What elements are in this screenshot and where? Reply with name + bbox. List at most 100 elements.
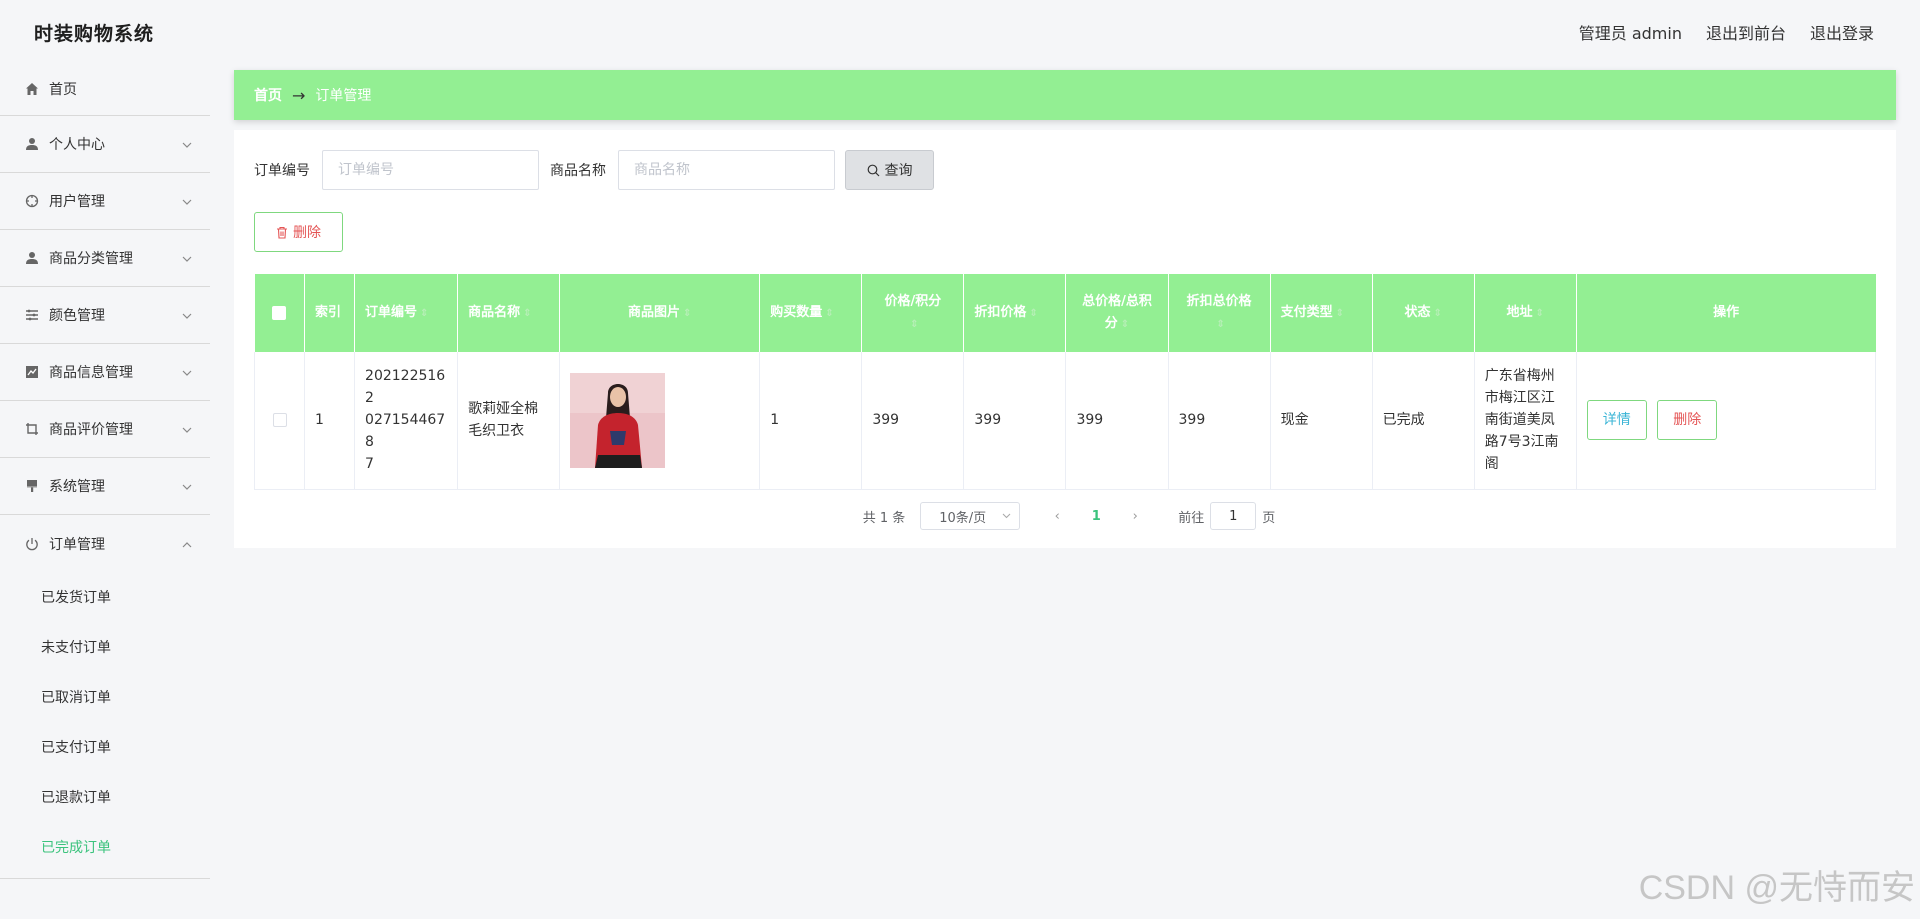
cell-index: 1 — [304, 352, 356, 490]
chevron-down-icon — [1002, 513, 1011, 519]
content-panel: 订单编号 商品名称 查询 删除 索引 订单编号⇕ 商品名称⇕ 商品图片⇕ 购买数… — [234, 130, 1896, 548]
cell-discount-total: 399 — [1168, 352, 1271, 490]
sub-item-completed-orders[interactable]: 已完成订单 — [0, 822, 210, 872]
sort-icon[interactable]: ⇕ — [1029, 308, 1037, 319]
product-name-input[interactable] — [618, 150, 835, 190]
sort-icon[interactable]: ⇕ — [1536, 308, 1544, 319]
sidebar-item-order-management[interactable]: 订单管理 — [0, 515, 210, 572]
sort-icon[interactable]: ⇕ — [825, 308, 833, 319]
sort-icon[interactable]: ⇕ — [910, 319, 918, 330]
page-number-current[interactable]: 1 — [1081, 509, 1111, 524]
sidebar: 首页 个人中心 用户管理 商品分类管理 颜色管理 商品信息管理 商品评价管理 系… — [0, 62, 210, 879]
column-header[interactable]: 商品图片 ⇕ — [559, 274, 761, 352]
column-header[interactable]: 总价格/总积分 ⇕ — [1065, 274, 1169, 352]
batch-delete-button[interactable]: 删除 — [254, 212, 343, 252]
select-all-checkbox[interactable] — [272, 305, 287, 320]
column-header[interactable]: 折扣价格 ⇕ — [963, 274, 1067, 352]
chevron-down-icon — [182, 193, 192, 209]
page-unit-label: 页 — [1262, 510, 1276, 526]
column-header[interactable]: 折扣总价格 ⇕ — [1168, 274, 1271, 352]
sort-icon[interactable]: ⇕ — [1433, 308, 1441, 319]
top-links: 管理员 admin 退出到前台 退出登录 — [1579, 20, 1874, 44]
trash-icon — [277, 226, 287, 239]
table-header-row: 索引 订单编号 ⇕ 商品名称 ⇕ 商品图片 ⇕ 购买数量 ⇕ 价格/积分 ⇕ 折扣价格 ⇕ … — [254, 274, 1876, 352]
sidebar-item-label: 系统管理 — [49, 479, 105, 495]
sidebar-item-user-management[interactable]: 用户管理 — [0, 173, 210, 230]
column-header[interactable]: 地址 ⇕ — [1474, 274, 1577, 352]
sidebar-item-home[interactable]: 首页 — [0, 62, 210, 116]
query-button-label: 查询 — [884, 163, 913, 179]
crop-icon — [24, 421, 40, 437]
chart-icon — [24, 364, 40, 380]
sort-icon[interactable]: ⇕ — [1216, 319, 1224, 330]
top-header: 时装购物系统 管理员 admin 退出到前台 退出登录 — [0, 0, 1920, 62]
chevron-down-icon — [182, 307, 192, 323]
detail-button[interactable]: 详情 — [1586, 400, 1647, 441]
sidebar-item-label: 颜色管理 — [49, 308, 105, 324]
pagination: 共 1 条 10条/页 ‹ 1 › 前往 页 — [234, 502, 1896, 530]
admin-user-label[interactable]: 管理员 admin — [1579, 20, 1682, 44]
column-header[interactable]: 订单编号 ⇕ — [354, 274, 459, 352]
cell-quantity: 1 — [759, 352, 863, 490]
home-icon — [24, 81, 40, 97]
target-icon — [24, 193, 40, 209]
sidebar-item-color-management[interactable]: 颜色管理 — [0, 287, 210, 344]
row-select-cell — [253, 352, 306, 490]
goto-page-input[interactable] — [1210, 502, 1257, 530]
prev-page-button[interactable]: ‹ — [1042, 509, 1072, 524]
sub-item-paid-orders[interactable]: 已支付订单 — [0, 722, 210, 772]
column-header[interactable]: 支付类型 ⇕ — [1270, 274, 1373, 352]
breadcrumb-home-link[interactable]: 首页 — [254, 85, 282, 105]
pagination-total: 共 1 条 — [862, 510, 906, 526]
orders-table: 索引 订单编号 ⇕ 商品名称 ⇕ 商品图片 ⇕ 购买数量 ⇕ 价格/积分 ⇕ 折扣价格 ⇕ … — [253, 274, 1877, 490]
sidebar-item-label: 首页 — [49, 81, 77, 98]
sub-item-unpaid-orders[interactable]: 未支付订单 — [0, 622, 210, 672]
sidebar-item-system-management[interactable]: 系统管理 — [0, 458, 210, 515]
chevron-down-icon — [182, 478, 192, 494]
column-header[interactable]: 索引 — [304, 274, 356, 352]
column-header[interactable]: 状态 ⇕ — [1372, 274, 1475, 352]
column-header[interactable]: 购买数量 ⇕ — [759, 274, 863, 352]
cell-address: 广东省梅州市梅江区江南街道美凤路7号3江南阁 — [1474, 352, 1577, 490]
sidebar-item-product-info-management[interactable]: 商品信息管理 — [0, 344, 210, 401]
order-sub-menu: 已发货订单 未支付订单 已取消订单 已支付订单 已退款订单 已完成订单 — [0, 572, 210, 879]
select-all-cell — [254, 274, 306, 352]
sub-item-shipped-orders[interactable]: 已发货订单 — [0, 572, 210, 622]
row-checkbox[interactable] — [272, 413, 287, 428]
breadcrumb: 首页 → 订单管理 — [234, 70, 1896, 120]
table-row: 1 2021225162 0271544678 7 歌莉娅全棉毛织卫衣 1 39… — [253, 352, 1877, 490]
breadcrumb-current: 订单管理 — [315, 88, 372, 104]
sub-item-refunded-orders[interactable]: 已退款订单 — [0, 772, 210, 822]
sort-icon[interactable]: ⇕ — [523, 308, 531, 319]
query-button[interactable]: 查询 — [845, 150, 934, 190]
sidebar-item-label: 商品评价管理 — [49, 422, 133, 438]
cell-order-no: 2021225162 0271544678 7 — [354, 352, 459, 490]
sort-icon[interactable]: ⇕ — [683, 308, 691, 319]
row-delete-button[interactable]: 删除 — [1657, 400, 1718, 441]
sort-icon[interactable]: ⇕ — [1336, 308, 1344, 319]
breadcrumb-separator: → — [292, 85, 306, 105]
sort-icon[interactable]: ⇕ — [420, 308, 428, 319]
chevron-up-icon — [182, 536, 192, 552]
sub-item-cancelled-orders[interactable]: 已取消订单 — [0, 672, 210, 722]
power-icon — [24, 536, 40, 552]
column-header[interactable]: 价格/积分 ⇕ — [861, 274, 965, 352]
cell-total-price: 399 — [1065, 352, 1169, 490]
column-header: 操作 — [1576, 274, 1876, 352]
sidebar-item-personal-center[interactable]: 个人中心 — [0, 116, 210, 173]
list-icon — [24, 307, 40, 323]
sidebar-item-label: 商品分类管理 — [49, 251, 133, 267]
sidebar-item-review-management[interactable]: 商品评价管理 — [0, 401, 210, 458]
column-header[interactable]: 商品名称 ⇕ — [457, 274, 561, 352]
chevron-down-icon — [182, 250, 192, 266]
page-size-select[interactable]: 10条/页 — [920, 502, 1021, 530]
logout-link[interactable]: 退出登录 — [1810, 20, 1874, 44]
search-form: 订单编号 商品名称 查询 — [254, 150, 934, 190]
sidebar-item-category-management[interactable]: 商品分类管理 — [0, 230, 210, 287]
product-name-label: 商品名称 — [550, 163, 606, 179]
sort-icon[interactable]: ⇕ — [1121, 319, 1129, 330]
order-no-label: 订单编号 — [254, 163, 310, 179]
next-page-button[interactable]: › — [1120, 509, 1150, 524]
order-no-input[interactable] — [322, 150, 539, 190]
exit-to-front-link[interactable]: 退出到前台 — [1706, 20, 1786, 44]
